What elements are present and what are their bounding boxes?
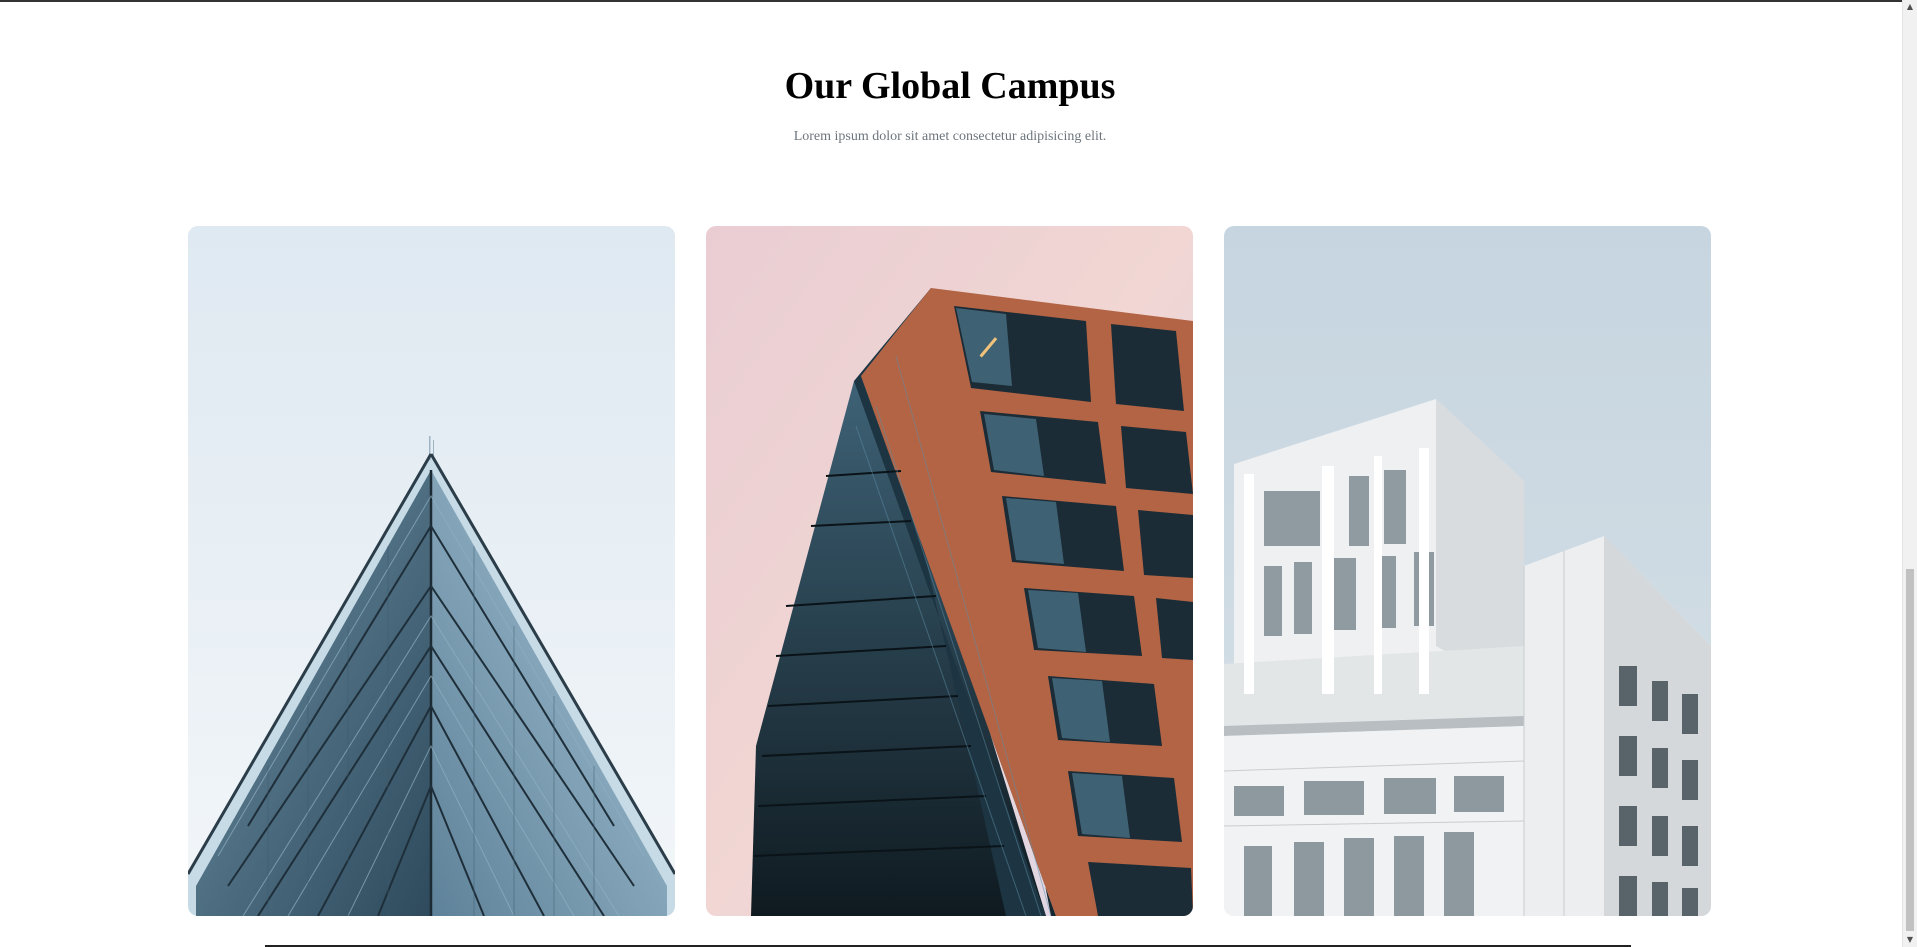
section-header: Our Global Campus Lorem ipsum dolor sit …: [0, 56, 1900, 146]
page: Our Global Campus Lorem ipsum dolor sit …: [0, 0, 1917, 947]
section-subtitle: Lorem ipsum dolor sit amet consectetur a…: [793, 129, 1107, 144]
white-modern-image: [1224, 226, 1711, 916]
campus-gallery: [188, 226, 1711, 916]
campus-photo-white-modern[interactable]: [1224, 226, 1711, 916]
scroll-thumb[interactable]: [1906, 569, 1914, 931]
scroll-up-icon[interactable]: ▲: [1903, 0, 1917, 14]
campus-photo-glass-pyramid[interactable]: [188, 226, 675, 916]
section-title: Our Global Campus: [784, 65, 1116, 107]
campus-photo-copper-tower[interactable]: [706, 226, 1193, 916]
vertical-scrollbar[interactable]: ▲ ▼: [1902, 0, 1917, 947]
copper-tower-image: [706, 226, 1193, 916]
top-divider: [0, 0, 1903, 2]
glass-pyramid-image: [188, 226, 675, 916]
scroll-down-icon[interactable]: ▼: [1903, 933, 1917, 947]
